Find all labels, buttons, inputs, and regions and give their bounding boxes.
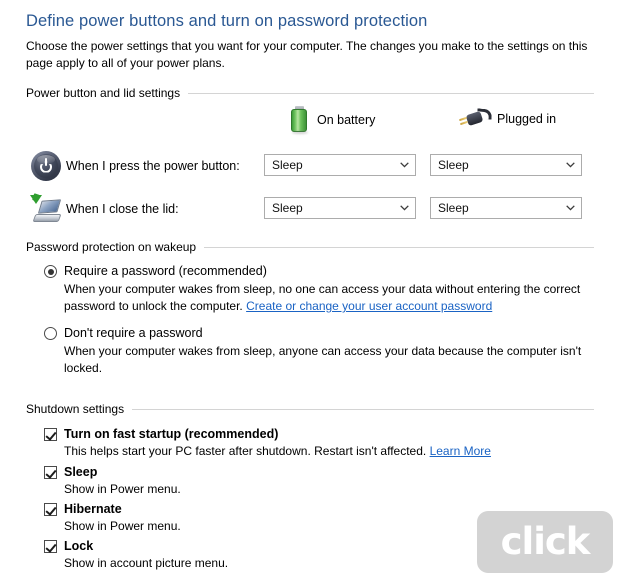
chevron-down-icon bbox=[559, 205, 581, 211]
checkbox-item-sleep[interactable]: Sleep Show in Power menu. bbox=[44, 464, 589, 497]
checkbox-label: Turn on fast startup (recommended) bbox=[64, 426, 278, 442]
group-header-shutdown: Shutdown settings bbox=[26, 402, 594, 416]
column-label-plugged-in: Plugged in bbox=[497, 112, 556, 126]
checkbox[interactable] bbox=[44, 540, 57, 553]
checkbox-description: Show in Power menu. bbox=[64, 481, 589, 497]
checkbox-description: This helps start your PC faster after sh… bbox=[64, 443, 589, 459]
group-label-power-lid: Power button and lid settings bbox=[26, 86, 188, 100]
chevron-down-icon bbox=[393, 205, 415, 211]
column-label-on-battery: On battery bbox=[317, 113, 375, 127]
dropdown-close-lid-on-battery[interactable]: Sleep bbox=[264, 197, 416, 219]
learn-more-link[interactable]: Learn More bbox=[430, 444, 491, 458]
plug-icon bbox=[458, 108, 488, 130]
radio-description: When your computer wakes from sleep, any… bbox=[64, 343, 592, 377]
radio-option-dont-require-password[interactable]: Don't require a password When your compu… bbox=[44, 325, 589, 377]
column-header-on-battery: On battery bbox=[291, 106, 375, 133]
dropdown-value: Sleep bbox=[431, 201, 559, 215]
group-rule bbox=[188, 93, 594, 94]
battery-icon bbox=[291, 106, 308, 133]
dropdown-power-button-plugged-in[interactable]: Sleep bbox=[430, 154, 582, 176]
power-button-icon bbox=[31, 151, 61, 181]
row-label-power-button: When I press the power button: bbox=[66, 159, 240, 173]
create-change-password-link[interactable]: Create or change your user account passw… bbox=[246, 299, 492, 313]
watermark-badge: click bbox=[477, 511, 613, 573]
power-button-icon-wrap bbox=[26, 151, 66, 181]
checkbox[interactable] bbox=[44, 428, 57, 441]
checkbox-label: Sleep bbox=[64, 464, 97, 480]
dropdown-power-button-on-battery[interactable]: Sleep bbox=[264, 154, 416, 176]
laptop-lid-icon bbox=[30, 195, 62, 223]
checkbox-label: Hibernate bbox=[64, 501, 122, 517]
page-description: Choose the power settings that you want … bbox=[26, 38, 592, 72]
checkbox[interactable] bbox=[44, 466, 57, 479]
radio-button[interactable] bbox=[44, 265, 57, 278]
checkbox[interactable] bbox=[44, 503, 57, 516]
group-rule bbox=[132, 409, 594, 410]
group-header-power-lid: Power button and lid settings bbox=[26, 86, 594, 100]
group-label-password: Password protection on wakeup bbox=[26, 240, 204, 254]
radio-description: When your computer wakes from sleep, no … bbox=[64, 281, 592, 315]
group-rule bbox=[204, 247, 594, 248]
dropdown-value: Sleep bbox=[265, 158, 393, 172]
chevron-down-icon bbox=[393, 162, 415, 168]
laptop-lid-icon-wrap bbox=[26, 195, 66, 223]
dropdown-value: Sleep bbox=[431, 158, 559, 172]
radio-option-require-password[interactable]: Require a password (recommended) When yo… bbox=[44, 263, 589, 315]
column-header-plugged-in: Plugged in bbox=[458, 108, 556, 130]
chevron-down-icon bbox=[559, 162, 581, 168]
checkbox-label: Lock bbox=[64, 538, 93, 554]
radio-button[interactable] bbox=[44, 327, 57, 340]
page-title: Define power buttons and turn on passwor… bbox=[26, 12, 427, 31]
group-label-shutdown: Shutdown settings bbox=[26, 402, 132, 416]
checkbox-description-text: This helps start your PC faster after sh… bbox=[64, 444, 430, 458]
radio-label: Don't require a password bbox=[64, 325, 203, 341]
dropdown-close-lid-plugged-in[interactable]: Sleep bbox=[430, 197, 582, 219]
watermark-text: click bbox=[501, 523, 590, 560]
row-label-close-lid: When I close the lid: bbox=[66, 202, 179, 216]
checkbox-item-fast-startup[interactable]: Turn on fast startup (recommended) This … bbox=[44, 426, 589, 459]
radio-label: Require a password (recommended) bbox=[64, 263, 267, 279]
group-header-password: Password protection on wakeup bbox=[26, 240, 594, 254]
dropdown-value: Sleep bbox=[265, 201, 393, 215]
